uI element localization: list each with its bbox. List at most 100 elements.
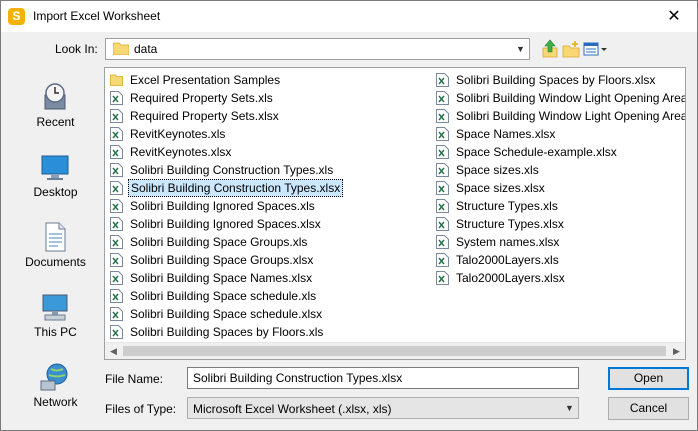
file-name: Space sizes.xls [456, 163, 539, 177]
place-documents[interactable]: Documents [13, 221, 98, 281]
excel-file-icon [436, 217, 449, 231]
file-item[interactable]: Talo2000Layers.xls [433, 251, 685, 269]
file-item[interactable]: Solibri Building Spaces by Floors.xlsx [433, 71, 685, 89]
files-of-type-value: Microsoft Excel Worksheet (.xlsx, xls) [193, 402, 392, 416]
file-item[interactable]: Solibri Building Construction Types.xlsx [107, 179, 344, 197]
file-column: Excel Presentation Samples Required Prope… [107, 71, 344, 341]
file-name: Excel Presentation Samples [130, 73, 281, 87]
file-item[interactable]: Solibri Building Spaces by Floors.xls [107, 323, 343, 341]
file-name: Solibri Building Space Groups.xlsx [130, 253, 314, 267]
file-item[interactable]: Structure Types.xls [433, 197, 685, 215]
file-item[interactable]: Solibri Building Space Names.xlsx [107, 269, 343, 287]
file-name: Solibri Building Ignored Spaces.xls [130, 199, 315, 213]
scroll-left-icon[interactable]: ◀ [105, 343, 122, 359]
file-item[interactable]: Solibri Building Space schedule.xlsx [107, 305, 343, 323]
excel-file-icon [110, 217, 123, 231]
file-item[interactable]: Required Property Sets.xlsx [107, 107, 343, 125]
excel-file-icon [110, 289, 123, 303]
file-item[interactable]: System names.xlsx [433, 233, 685, 251]
horizontal-scrollbar[interactable]: ◀ ▶ [105, 342, 685, 359]
place-label: Desktop [33, 185, 78, 199]
file-item[interactable]: RevitKeynotes.xlsx [107, 143, 343, 161]
file-name: Structure Types.xls [456, 199, 558, 213]
open-button[interactable]: Open [608, 367, 689, 390]
file-item[interactable]: Space sizes.xlsx [433, 179, 685, 197]
file-item[interactable]: Required Property Sets.xls [107, 89, 343, 107]
excel-file-icon [436, 271, 449, 285]
excel-file-icon [110, 253, 123, 267]
file-name: Solibri Building Spaces by Floors.xlsx [456, 73, 656, 87]
view-menu-icon[interactable] [583, 39, 607, 59]
file-item[interactable]: Solibri Building Ignored Spaces.xlsx [107, 215, 343, 233]
excel-file-icon [110, 271, 123, 285]
file-item[interactable]: Talo2000Layers.xlsx [433, 269, 685, 287]
file-name: Solibri Building Space schedule.xlsx [130, 307, 323, 321]
place-recent[interactable]: Recent [13, 81, 98, 141]
excel-file-icon [110, 307, 123, 321]
place-network[interactable]: Network [13, 361, 98, 421]
file-item[interactable]: Solibri Building Window Light Opening Ar… [433, 89, 685, 107]
file-name: Talo2000Layers.xls [456, 253, 559, 267]
file-column: Solibri Building Spaces by Floors.xlsx So… [433, 71, 686, 287]
folder-item[interactable]: Excel Presentation Samples [107, 71, 343, 89]
place-label: Documents [25, 255, 86, 269]
excel-file-icon [436, 91, 449, 105]
file-item[interactable]: Space Names.xlsx [433, 125, 685, 143]
file-list[interactable]: Excel Presentation Samples Required Prope… [104, 67, 686, 360]
new-folder-icon[interactable] [562, 39, 580, 59]
file-name-label: File Name: [105, 372, 164, 386]
file-name-input[interactable] [187, 367, 579, 389]
excel-file-icon [110, 91, 123, 105]
folder-icon [113, 42, 129, 55]
file-item[interactable]: Solibri Building Space Groups.xlsx [107, 251, 343, 269]
file-item[interactable]: RevitKeynotes.xls [107, 125, 343, 143]
file-item[interactable]: Structure Types.xlsx [433, 215, 685, 233]
scroll-right-icon[interactable]: ▶ [668, 343, 685, 359]
chevron-down-icon[interactable]: ▼ [561, 398, 578, 418]
file-item[interactable]: Solibri Building Construction Types.xls [107, 161, 343, 179]
scrollbar-thumb[interactable] [123, 346, 666, 356]
file-name: Solibri Building Window Light Opening Ar… [456, 109, 686, 123]
file-name: Structure Types.xlsx [456, 217, 564, 231]
excel-file-icon [110, 325, 123, 339]
file-item[interactable]: Solibri Building Space schedule.xls [107, 287, 343, 305]
file-name: Solibri Building Construction Types.xlsx [128, 179, 344, 197]
folder-icon [110, 74, 123, 86]
network-icon [40, 363, 68, 391]
computer-icon [42, 294, 68, 321]
file-item[interactable]: Space Schedule-example.xlsx [433, 143, 685, 161]
file-item[interactable]: Solibri Building Window Light Opening Ar… [433, 107, 686, 125]
excel-file-icon [436, 253, 449, 267]
excel-file-icon [436, 235, 449, 249]
excel-file-icon [110, 127, 123, 141]
excel-file-icon [436, 109, 449, 123]
file-name: Solibri Building Ignored Spaces.xlsx [130, 217, 321, 231]
place-this-pc[interactable]: This PC [13, 291, 98, 351]
file-name: Talo2000Layers.xlsx [456, 271, 565, 285]
chevron-down-icon[interactable]: ▼ [512, 39, 529, 59]
excel-file-icon [436, 181, 449, 195]
place-desktop[interactable]: Desktop [13, 151, 98, 211]
file-name: Solibri Building Space Names.xlsx [130, 271, 313, 285]
files-of-type-dropdown[interactable]: Microsoft Excel Worksheet (.xlsx, xls) ▼ [187, 397, 579, 419]
file-name: Required Property Sets.xlsx [130, 109, 279, 123]
excel-file-icon [110, 199, 123, 213]
close-button[interactable]: ✕ [651, 1, 697, 32]
file-item[interactable]: Space sizes.xls [433, 161, 685, 179]
file-item[interactable]: Solibri Building Ignored Spaces.xls [107, 197, 343, 215]
file-name: Space Names.xlsx [456, 127, 556, 141]
place-label: Network [33, 395, 78, 409]
recent-icon [44, 83, 66, 110]
documents-icon [45, 222, 66, 252]
excel-file-icon [436, 145, 449, 159]
file-name: RevitKeynotes.xlsx [130, 145, 232, 159]
file-item[interactable]: Solibri Building Space Groups.xls [107, 233, 343, 251]
look-in-value: data [134, 42, 158, 56]
cancel-button[interactable]: Cancel [608, 397, 689, 420]
excel-file-icon [110, 181, 123, 195]
file-name: Solibri Building Spaces by Floors.xls [130, 325, 324, 339]
up-folder-icon[interactable] [541, 39, 559, 59]
look-in-dropdown[interactable]: data ▼ [105, 38, 530, 60]
file-name: Space Schedule-example.xlsx [456, 145, 617, 159]
excel-file-icon [436, 127, 449, 141]
